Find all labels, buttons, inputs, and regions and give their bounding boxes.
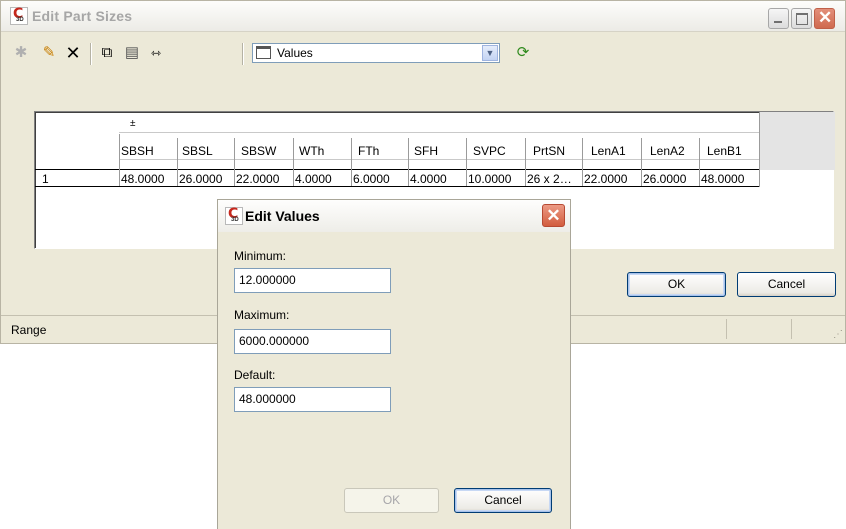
- row-bottom-line: [35, 186, 759, 187]
- dialog-title: Edit Values: [245, 208, 320, 224]
- table-cell[interactable]: 48.0000: [121, 172, 164, 186]
- status-separator: [726, 319, 727, 339]
- app-icon: C 3D: [225, 206, 243, 225]
- toolbar-separator: [90, 43, 92, 65]
- window-title: Edit Part Sizes: [32, 8, 133, 24]
- maximum-input[interactable]: 6000.000000: [234, 329, 391, 354]
- column-header[interactable]: WTh: [299, 144, 324, 158]
- minimize-icon: [774, 21, 782, 23]
- table-cell[interactable]: 48.0000: [701, 172, 744, 186]
- edit-values-dialog: C 3D Edit Values ✕ Minimum: 12.000000 Ma…: [217, 199, 571, 529]
- close-icon: ✕: [818, 8, 833, 27]
- row-top-line: [35, 169, 759, 170]
- column-header[interactable]: LenB1: [707, 144, 742, 158]
- column-header[interactable]: SBSW: [241, 144, 276, 158]
- edit-pencil-icon[interactable]: ✎: [39, 43, 59, 63]
- close-button[interactable]: ✕: [814, 8, 835, 29]
- table-cell[interactable]: 10.0000: [468, 172, 511, 186]
- refresh-icon[interactable]: ⟳: [513, 43, 533, 63]
- header-divider: [119, 159, 759, 160]
- view-select[interactable]: Values ▼: [252, 43, 500, 63]
- group-expand-icon[interactable]: ±: [130, 118, 136, 129]
- table-cell[interactable]: 26 x 2…: [527, 172, 572, 186]
- column-separator: [351, 138, 352, 186]
- toolbar: ✱ ✎ ✕ ⧉ ▤ ⇿ Values ▼ ⟳: [11, 41, 531, 65]
- chevron-down-icon[interactable]: ▼: [482, 45, 498, 61]
- column-separator: [759, 112, 760, 187]
- column-header[interactable]: LenA2: [650, 144, 685, 158]
- dialog-close-button[interactable]: ✕: [542, 204, 565, 227]
- default-label: Default:: [234, 368, 276, 382]
- window-titlebar[interactable]: C 3D Edit Part Sizes ✕: [1, 1, 845, 32]
- header-divider: [119, 132, 759, 133]
- column-header[interactable]: FTh: [358, 144, 379, 158]
- minimize-button[interactable]: [768, 8, 789, 29]
- column-separator: [119, 134, 120, 186]
- grid-empty-header-area: [759, 112, 835, 170]
- column-header[interactable]: SFH: [414, 144, 438, 158]
- column-header[interactable]: SBSH: [121, 144, 154, 158]
- fit-width-icon[interactable]: ⇿: [146, 43, 166, 63]
- cancel-button[interactable]: Cancel: [737, 272, 836, 297]
- table-cell[interactable]: 22.0000: [584, 172, 627, 186]
- table-cell[interactable]: 22.0000: [236, 172, 279, 186]
- dialog-titlebar[interactable]: C 3D Edit Values ✕: [218, 200, 570, 232]
- app-icon-sub: 3D: [16, 17, 24, 23]
- column-header[interactable]: LenA1: [591, 144, 626, 158]
- table-cell[interactable]: 26.0000: [643, 172, 686, 186]
- maximize-icon: [796, 13, 808, 25]
- column-separator: [408, 138, 409, 186]
- column-header[interactable]: PrtSN: [533, 144, 565, 158]
- table-icon: [256, 46, 271, 59]
- status-text: Range: [11, 323, 47, 337]
- column-separator: [641, 138, 642, 186]
- column-separator: [525, 138, 526, 186]
- status-separator: [791, 319, 792, 339]
- app-icon: C 3D: [10, 6, 28, 25]
- close-icon: ✕: [546, 206, 561, 225]
- column-separator: [466, 138, 467, 186]
- default-input[interactable]: 48.000000: [234, 387, 391, 412]
- paste-icon[interactable]: ▤: [122, 43, 142, 63]
- column-separator: [699, 138, 700, 186]
- column-separator: [177, 138, 178, 186]
- ok-button[interactable]: OK: [627, 272, 726, 297]
- column-header[interactable]: SBSL: [182, 144, 213, 158]
- maximum-label: Maximum:: [234, 308, 290, 322]
- dialog-cancel-button[interactable]: Cancel: [454, 488, 552, 513]
- toolbar-separator: [242, 43, 244, 65]
- table-cell[interactable]: 4.0000: [410, 172, 447, 186]
- column-separator: [234, 138, 235, 186]
- maximize-button[interactable]: [791, 8, 812, 29]
- column-header[interactable]: SVPC: [473, 144, 506, 158]
- table-cell[interactable]: 26.0000: [179, 172, 222, 186]
- table-cell[interactable]: 4.0000: [295, 172, 332, 186]
- column-separator: [293, 138, 294, 186]
- delete-x-icon[interactable]: ✕: [63, 43, 83, 63]
- dialog-ok-button[interactable]: OK: [344, 488, 439, 513]
- resize-grip-icon[interactable]: ⋰: [833, 329, 843, 340]
- app-icon-sub: 3D: [231, 217, 239, 223]
- row-number[interactable]: 1: [42, 172, 49, 186]
- minimum-label: Minimum:: [234, 249, 287, 263]
- column-separator: [582, 138, 583, 186]
- minimum-input[interactable]: 12.000000: [234, 268, 391, 293]
- table-cell[interactable]: 6.0000: [353, 172, 390, 186]
- copy-icon[interactable]: ⧉: [97, 43, 117, 63]
- view-select-value: Values: [277, 46, 313, 60]
- new-row-icon[interactable]: ✱: [11, 43, 31, 63]
